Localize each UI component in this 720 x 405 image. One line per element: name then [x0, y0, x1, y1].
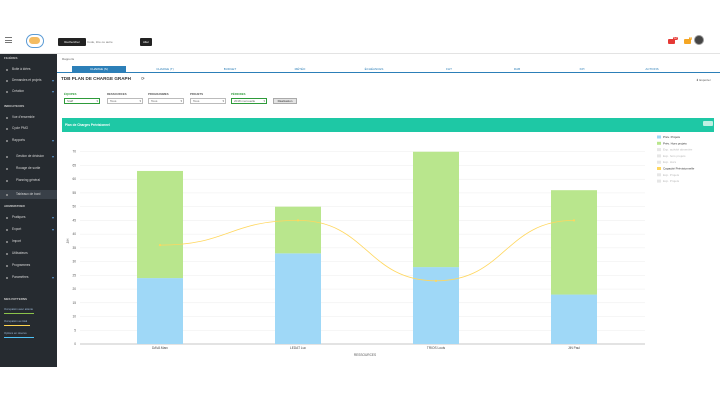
legend-label-5: Capacité Prévisionnelle: [663, 167, 695, 171]
capacity-point-0: [158, 244, 162, 247]
y-tick-label-6: 30: [72, 260, 76, 264]
capacity-point-2: [434, 279, 438, 282]
y-tick-label-10: 50: [72, 205, 76, 209]
y-tick-label-13: 65: [72, 163, 76, 167]
y-tick-label-5: 25: [72, 273, 76, 277]
legend-swatch-6: [657, 173, 661, 177]
bar-1-2: [413, 151, 459, 268]
y-tick-label-14: 70: [72, 150, 76, 154]
legend-swatch-7: [657, 179, 661, 183]
footer: [0, 367, 720, 405]
capacity-point-3: [572, 219, 576, 222]
capacity-point-1: [296, 219, 300, 222]
y-tick-label-9: 45: [72, 218, 76, 222]
x-tick-label-0: DAVA Marc: [152, 346, 168, 350]
legend-swatch-5: [657, 167, 661, 170]
legend-swatch-3: [657, 154, 661, 158]
legend-label-2: Exp. activité absentée: [663, 148, 693, 152]
x-tick-label-2: TRIOS Louis: [427, 346, 446, 350]
bar-0-3: [551, 294, 597, 344]
y-tick-label-7: 35: [72, 246, 76, 250]
y-tick-label-0: 0: [74, 342, 76, 346]
x-tick-label-3: JIN Paul: [568, 346, 580, 350]
y-axis-label: J/H: [66, 238, 70, 243]
legend-label-7: Exp. Projets: [663, 179, 680, 183]
y-tick-label-2: 10: [72, 315, 76, 319]
legend-label-4: Exp. Hors: [663, 160, 677, 164]
chart: 0 5 10 15 20 25 30 35 40 45 50 55 60 65 70 J/H DAVA Marc…: [66, 135, 695, 357]
legend-swatch-4: [657, 160, 661, 164]
capacity-line: [159, 219, 575, 282]
legend-label-3: Exp. hors projets: [663, 154, 686, 158]
legend-swatch-0: [657, 135, 661, 139]
legend-label-0: Prév. Projets: [663, 135, 680, 139]
bar-0-2: [413, 267, 459, 344]
x-axis-label: RESSOURCES: [354, 353, 376, 357]
bar-1-0: [137, 170, 183, 279]
y-tick-label-8: 40: [72, 232, 76, 236]
bar-1-1: [275, 206, 321, 254]
legend-label-1: Prév. Hors projets: [663, 141, 687, 145]
bar-1-3: [551, 190, 597, 295]
y-tick-label-3: 15: [72, 301, 76, 305]
y-tick-label-1: 5: [74, 328, 76, 332]
y-tick-label-12: 60: [72, 177, 76, 181]
legend-swatch-2: [657, 148, 661, 152]
y-tick-label-4: 20: [72, 287, 76, 291]
y-tick-label-11: 55: [72, 191, 76, 195]
legend-swatch-1: [657, 141, 661, 145]
bar-0-1: [275, 253, 321, 344]
legend-label-6: Exp. Projets: [663, 173, 680, 177]
x-tick-label-1: LEDAT Luc: [290, 346, 306, 350]
bar-0-0: [137, 278, 183, 344]
